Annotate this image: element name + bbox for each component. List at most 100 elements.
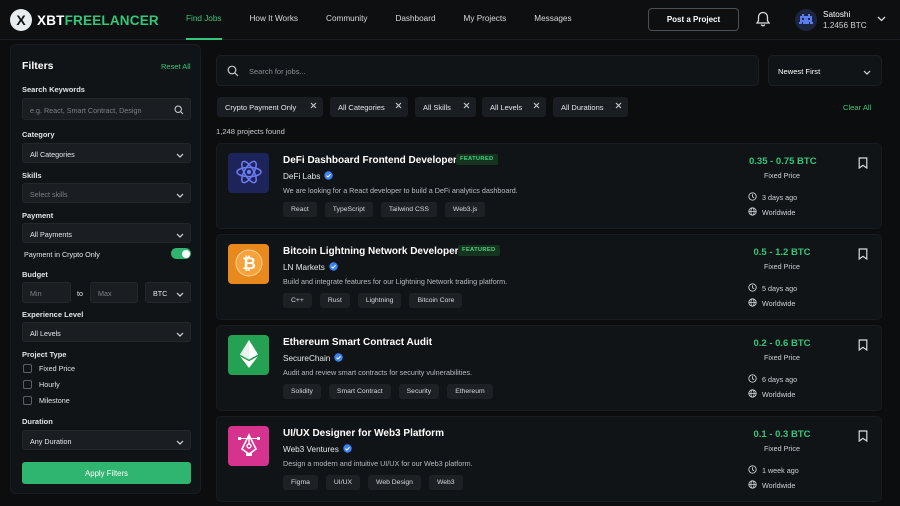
job-search-input[interactable]: Search for jobs... — [216, 55, 759, 86]
globe-icon — [748, 207, 762, 218]
checkbox[interactable] — [23, 380, 32, 389]
chip-all-durations: All Durations — [553, 97, 628, 117]
project-type-hourly[interactable]: Hourly — [23, 380, 60, 389]
project-type-fixed[interactable]: Fixed Price — [23, 364, 75, 373]
skill-tag[interactable]: Solidity — [283, 384, 321, 399]
close-icon[interactable] — [463, 102, 470, 111]
nav-my-projects[interactable]: My Projects — [464, 0, 507, 40]
project-type-label: Project Type — [22, 350, 67, 359]
job-card[interactable]: Ethereum Smart Contract Audit SecureChai… — [216, 325, 882, 411]
chevron-down-icon — [176, 330, 184, 339]
currency-select[interactable]: BTC — [145, 282, 191, 303]
budget-min-input[interactable]: Min — [22, 282, 71, 303]
company-name[interactable]: Web3 Ventures — [283, 444, 352, 455]
skill-tag[interactable]: Bitcoin Core — [409, 293, 463, 308]
verified-icon — [343, 444, 352, 455]
checkbox[interactable] — [23, 364, 32, 373]
skill-tag[interactable]: Tailwind CSS — [380, 202, 437, 217]
posted-time: 5 days ago — [748, 283, 797, 294]
skill-tag[interactable]: Ethereum — [447, 384, 493, 399]
nav-how-it-works[interactable]: How It Works — [250, 0, 299, 40]
project-type-milestone[interactable]: Milestone — [23, 396, 70, 405]
skill-tag[interactable]: Security — [398, 384, 440, 399]
price-type: Fixed Price — [764, 262, 800, 271]
bookmark-icon[interactable] — [858, 430, 868, 444]
clear-all-link[interactable]: Clear All — [843, 103, 871, 112]
job-description: We are looking for a React developer to … — [283, 186, 518, 195]
price-type: Fixed Price — [764, 353, 800, 362]
user-avatar[interactable] — [795, 9, 817, 31]
payment-select[interactable]: All Payments — [22, 223, 191, 243]
toggle-knob — [181, 249, 190, 258]
job-location: Worldwide — [748, 389, 795, 400]
job-title[interactable]: Bitcoin Lightning Network Developer — [283, 246, 459, 257]
skill-tag[interactable]: Lightning — [357, 293, 402, 308]
skill-tag[interactable]: TypeScript — [324, 202, 373, 217]
close-icon[interactable] — [533, 102, 540, 111]
skill-tag[interactable]: C++ — [283, 293, 312, 308]
skill-tag[interactable]: Web3.js — [444, 202, 486, 217]
bell-icon[interactable] — [755, 11, 771, 28]
bookmark-icon[interactable] — [858, 157, 868, 171]
skill-tag[interactable]: React — [283, 202, 317, 217]
chip-all-levels: All Levels — [482, 97, 546, 117]
job-card[interactable]: DeFi Dashboard Frontend Developer FEATUR… — [216, 143, 882, 229]
job-location: Worldwide — [748, 480, 795, 491]
reset-all-link[interactable]: Reset All — [161, 62, 191, 71]
job-title[interactable]: UI/UX Designer for Web3 Platform — [283, 428, 444, 439]
keywords-input[interactable]: e.g. React, Smart Contract, Design — [22, 98, 191, 120]
brand-logo[interactable]: X XBTFREELANCER — [10, 9, 159, 31]
bookmark-icon[interactable] — [858, 248, 868, 262]
company-name[interactable]: DeFi Labs — [283, 171, 334, 182]
skills-select[interactable]: Select skills — [22, 183, 191, 203]
job-title[interactable]: Ethereum Smart Contract Audit — [283, 337, 432, 348]
chevron-down-icon — [176, 191, 184, 200]
skill-tag[interactable]: Rust — [319, 293, 350, 308]
job-description: Audit and review smart contracts for sec… — [283, 368, 472, 377]
skill-tag[interactable]: Web3 — [428, 475, 463, 490]
close-icon[interactable] — [310, 102, 317, 111]
crypto-only-label: Payment in Crypto Only — [24, 250, 100, 259]
search-icon — [174, 105, 184, 117]
apply-filters-button[interactable]: Apply Filters — [22, 462, 191, 484]
search-keywords-label: Search Keywords — [22, 85, 85, 94]
nav-dashboard[interactable]: Dashboard — [395, 0, 435, 40]
skill-tag[interactable]: Figma — [283, 475, 318, 490]
nav-find-jobs[interactable]: Find Jobs — [186, 0, 222, 40]
nav-messages[interactable]: Messages — [534, 0, 571, 40]
category-select[interactable]: All Categories — [22, 143, 191, 163]
bookmark-icon[interactable] — [858, 339, 868, 353]
company-name[interactable]: SecureChain — [283, 353, 344, 364]
clock-icon — [748, 465, 762, 476]
experience-label: Experience Level — [22, 310, 84, 319]
chevron-down-icon[interactable] — [877, 15, 886, 24]
close-icon[interactable] — [395, 102, 402, 111]
skill-tag[interactable]: UI/UX — [325, 475, 361, 490]
chip-all-categories: All Categories — [330, 97, 408, 117]
experience-select[interactable]: All Levels — [22, 322, 191, 342]
payment-label: Payment — [22, 211, 54, 220]
budget-max-input[interactable]: Max — [90, 282, 138, 303]
results-count: 1,248 projects found — [216, 127, 285, 136]
job-card[interactable]: ₿ Bitcoin Lightning Network Developer FE… — [216, 234, 882, 320]
ethereum-icon — [238, 339, 260, 371]
checkbox[interactable] — [23, 396, 32, 405]
user-name: Satoshi — [823, 10, 851, 19]
chip-all-skills: All Skills — [415, 97, 476, 117]
nav-community[interactable]: Community — [326, 0, 367, 40]
user-info[interactable]: Satoshi 1.2456 BTC — [823, 10, 867, 30]
skill-tag[interactable]: Web Design — [368, 475, 421, 490]
crypto-only-toggle[interactable] — [171, 248, 191, 259]
duration-select[interactable]: Any Duration — [22, 430, 191, 450]
company-name[interactable]: LN Markets — [283, 262, 338, 273]
job-title[interactable]: DeFi Dashboard Frontend Developer — [283, 155, 457, 166]
job-card[interactable]: UI/UX Designer for Web3 Platform Web3 Ve… — [216, 416, 882, 502]
job-location: Worldwide — [748, 298, 795, 309]
post-project-button[interactable]: Post a Project — [648, 8, 739, 31]
close-icon[interactable] — [615, 102, 622, 111]
globe-icon — [748, 298, 762, 309]
sort-select[interactable]: Newest First — [768, 55, 882, 86]
job-price: 0.2 - 0.6 BTC — [753, 338, 811, 349]
skill-tag[interactable]: Smart Contract — [328, 384, 391, 399]
featured-badge: FEATURED — [458, 245, 500, 256]
